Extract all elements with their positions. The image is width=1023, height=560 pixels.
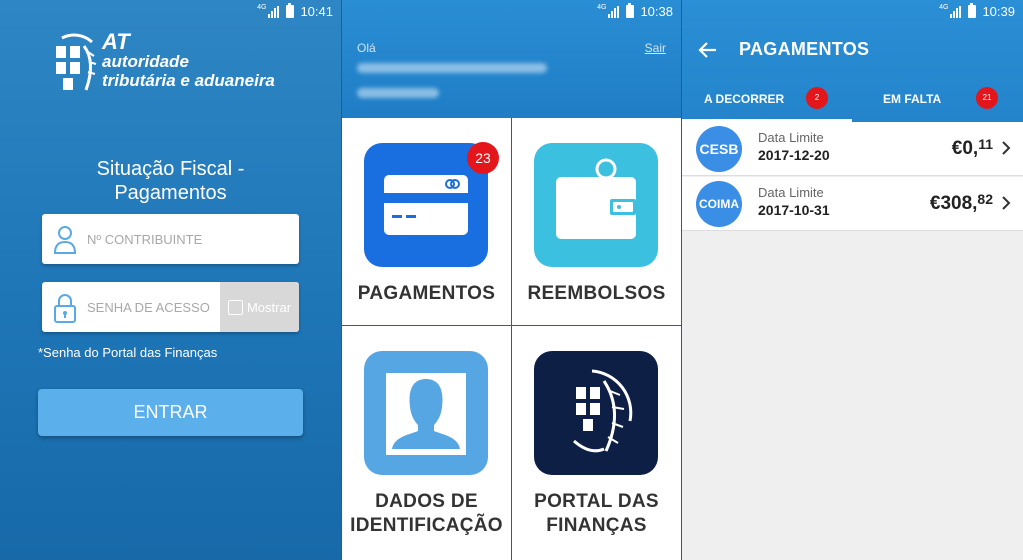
tab-em-falta[interactable]: EM FALTA: [883, 92, 941, 106]
due-date: 2017-10-31: [758, 202, 830, 218]
login-screen: 4G 10:41 AT autoridade tributária e adua…: [0, 0, 341, 560]
at-logo: AT autoridade tributária e aduaneira: [52, 29, 292, 102]
tile-reembolsos[interactable]: REEMBOLSOS: [512, 118, 681, 325]
battery-icon: [286, 3, 295, 18]
at-emblem-icon: [56, 33, 97, 91]
page-title: Situação Fiscal - Pagamentos: [96, 158, 245, 204]
password-placeholder: SENHA DE ACESSO: [87, 300, 210, 315]
wallet-icon: [534, 143, 658, 267]
payment-type-badge: CESB: [696, 126, 742, 172]
taxpayer-number-field[interactable]: Nº CONTRIBUINTE: [42, 214, 299, 264]
page-title: PAGAMENTOS: [739, 39, 870, 59]
tile-label: PAGAMENTOS: [357, 283, 496, 304]
tile-label: REEMBOLSOS: [527, 283, 666, 304]
tile-label-line1: DADOS DE: [375, 491, 478, 512]
due-date-label: Data Limite: [758, 130, 824, 145]
clock: 10:39: [982, 4, 1015, 19]
payment-amount: €308,82: [929, 191, 993, 214]
password-field[interactable]: SENHA DE ACESSO Mostrar: [42, 282, 299, 332]
network-type: 4G: [257, 4, 267, 11]
tile-label-line2: FINANÇAS: [546, 515, 647, 536]
greeting: Olá: [357, 41, 376, 55]
battery-icon: [626, 3, 635, 18]
tab-badge: 2: [806, 87, 828, 109]
tile-label-line1: PORTAL DAS: [534, 491, 659, 512]
logo-line3: tributária e aduaneira: [102, 71, 275, 90]
signal-icon: [608, 5, 620, 18]
portal-emblem-icon: [534, 351, 658, 475]
user-icon: [53, 226, 77, 254]
logo-at: AT: [102, 29, 130, 54]
enter-button[interactable]: ENTRAR: [38, 389, 303, 436]
chevron-right-icon: [1002, 141, 1011, 155]
payment-type-badge: COIMA: [696, 181, 742, 227]
due-date: 2017-12-20: [758, 147, 830, 163]
battery-icon: [968, 3, 977, 18]
back-arrow-icon[interactable]: [698, 40, 718, 60]
clock: 10:38: [640, 4, 673, 19]
status-bar: 4G 10:41: [0, 0, 341, 24]
checkbox-icon[interactable]: [227, 299, 243, 315]
signal-icon: [268, 5, 280, 18]
password-note: *Senha do Portal das Finanças: [38, 345, 218, 360]
status-bar: 4G 10:38: [597, 3, 673, 19]
payments-screen: 4G 10:39 PAGAMENTOS A DECORRER 2 EM FALT…: [682, 0, 1023, 560]
tab-a-decorrer[interactable]: A DECORRER: [704, 92, 784, 106]
payment-amount: €0,11: [951, 136, 993, 159]
blurred-user-id: [357, 88, 439, 98]
menu-screen: 4G 10:38 Olá Sair 23 PAGAMENTOS REEMBOLS…: [342, 0, 681, 560]
menu-header: 4G 10:38 Olá Sair: [342, 0, 681, 118]
status-bar: 4G 10:39: [939, 3, 1015, 19]
tile-portal-financas[interactable]: PORTAL DAS FINANÇAS: [512, 326, 681, 560]
taxpayer-placeholder: Nº CONTRIBUINTE: [87, 232, 203, 247]
signal-icon: [950, 5, 962, 18]
due-date-label: Data Limite: [758, 185, 824, 200]
chevron-right-icon: [1002, 196, 1011, 210]
person-icon: [364, 351, 488, 475]
payments-header: 4G 10:39 PAGAMENTOS A DECORRER 2 EM FALT…: [682, 0, 1023, 122]
tile-label-line2: IDENTIFICAÇÃO: [350, 515, 503, 536]
payment-row[interactable]: COIMA Data Limite 2017-10-31 €308,82: [682, 177, 1023, 231]
clock: 10:41: [300, 4, 333, 19]
tab-badge: 21: [976, 87, 998, 109]
logo-line2: autoridade: [102, 52, 189, 71]
tile-dados-identificacao[interactable]: DADOS DE IDENTIFICAÇÃO: [342, 326, 511, 560]
payment-row[interactable]: CESB Data Limite 2017-12-20 €0,11: [682, 122, 1023, 176]
tile-pagamentos[interactable]: 23 PAGAMENTOS: [342, 118, 511, 325]
pending-count-badge: 23: [467, 142, 499, 174]
lock-icon: [54, 294, 76, 323]
logout-link[interactable]: Sair: [645, 41, 666, 55]
blurred-user-name: [357, 63, 547, 73]
show-password-toggle[interactable]: Mostrar: [220, 282, 299, 332]
